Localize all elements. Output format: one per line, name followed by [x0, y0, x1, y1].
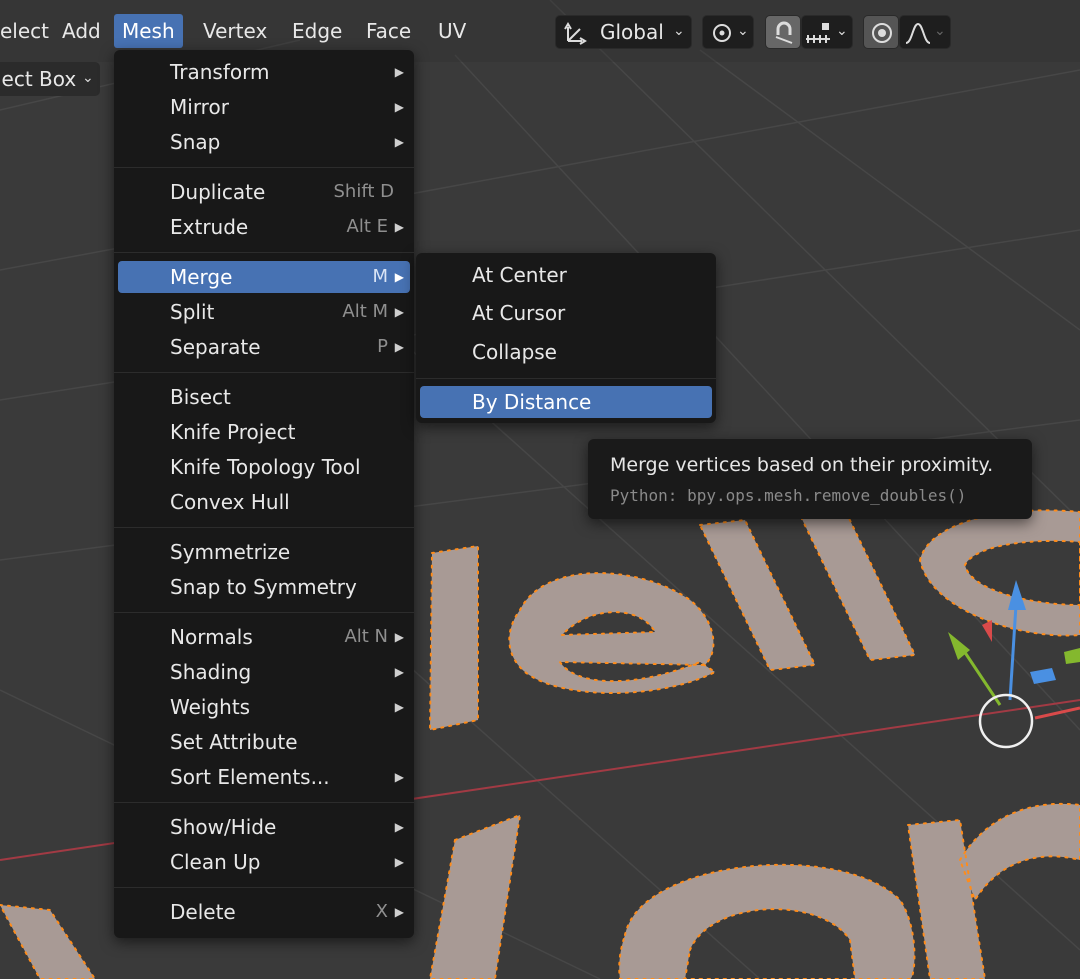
menu-item-shading[interactable]: Shading ▶ [118, 656, 410, 688]
menu-item-mirror[interactable]: Mirror ▶ [118, 91, 410, 123]
menu-separator [114, 527, 414, 528]
tooltip-python: Python: bpy.ops.mesh.remove_doubles() [610, 486, 967, 505]
menu-item-set-attribute[interactable]: Set Attribute [118, 726, 410, 758]
chevron-down-icon: ⌄ [82, 70, 94, 86]
menu-mesh[interactable]: Mesh [114, 14, 183, 48]
menu-separator [114, 167, 414, 168]
proportional-edit-icon [872, 23, 892, 43]
menu-separator [114, 612, 414, 613]
snap-increment-icon [806, 23, 830, 43]
pivot-point-icon [713, 24, 731, 42]
tooltip-description: Merge vertices based on their proximity. [610, 454, 994, 476]
mesh-menu: Transform ▶ Mirror ▶ Snap ▶ Duplicate Shift … [114, 50, 414, 938]
menu-item-merge[interactable]: Merge M ▶ [118, 261, 410, 293]
menu-item-convex-hull[interactable]: Convex Hull [118, 486, 410, 518]
menu-item-separate[interactable]: Separate P ▶ [118, 331, 410, 363]
menu-uv[interactable]: UV [430, 14, 474, 48]
chevron-down-icon: ⌄ [737, 23, 749, 39]
menu-item-knife-topology-tool[interactable]: Knife Topology Tool [118, 451, 410, 483]
orientation-label: Global [600, 20, 664, 44]
menu-separator [114, 887, 414, 888]
menu-item-transform[interactable]: Transform ▶ [118, 56, 410, 88]
menu-item-clean-up[interactable]: Clean Up ▶ [118, 846, 410, 878]
orientation-dropdown[interactable]: Global ⌄ [555, 15, 692, 49]
chevron-down-icon: ⌄ [836, 23, 848, 39]
menu-item-bisect[interactable]: Bisect [118, 381, 410, 413]
proportional-edit-toggle[interactable] [863, 15, 899, 49]
menu-item-extrude[interactable]: Extrude Alt E ▶ [118, 211, 410, 243]
menu-vertex[interactable]: Vertex [195, 14, 275, 48]
menu-item-show-hide[interactable]: Show/Hide ▶ [118, 811, 410, 843]
menu-separator [114, 802, 414, 803]
chevron-down-icon: ⌄ [673, 23, 685, 39]
menu-item-at-center[interactable]: At Center [420, 259, 712, 291]
menu-item-snap[interactable]: Snap ▶ [118, 126, 410, 158]
menu-item-symmetrize[interactable]: Symmetrize [118, 536, 410, 568]
snap-magnet-icon [775, 21, 793, 44]
tooltip: Merge vertices based on their proximity.… [588, 439, 1032, 519]
chevron-down-icon: ⌄ [934, 23, 946, 39]
menu-item-split[interactable]: Split Alt M ▶ [118, 296, 410, 328]
menu-item-weights[interactable]: Weights ▶ [118, 691, 410, 723]
menu-separator [114, 372, 414, 373]
menu-item-by-distance[interactable]: By Distance [420, 386, 712, 418]
menu-item-duplicate[interactable]: Duplicate Shift D [118, 176, 410, 208]
select-mode-dropdown[interactable]: lect Box ⌄ [0, 62, 100, 96]
menu-separator [416, 378, 716, 379]
menu-item-normals[interactable]: Normals Alt N ▶ [118, 621, 410, 653]
menu-item-collapse[interactable]: Collapse [420, 336, 712, 368]
menu-item-knife-project[interactable]: Knife Project [118, 416, 410, 448]
menu-face[interactable]: Face [358, 14, 419, 48]
menu-item-at-cursor[interactable]: At Cursor [420, 297, 712, 329]
merge-submenu: At Center At Cursor Collapse By Distance [416, 253, 716, 423]
snap-toggle[interactable] [765, 15, 801, 49]
falloff-dropdown[interactable]: ⌄ [899, 15, 951, 49]
mesh-letter-l-1 [428, 544, 479, 732]
menu-add[interactable]: Add [54, 14, 109, 48]
menu-item-snap-to-symmetry[interactable]: Snap to Symmetry [118, 571, 410, 603]
transform-orientation-icon [564, 22, 587, 45]
select-mode-label: lect Box [0, 67, 77, 91]
menu-select[interactable]: elect [0, 14, 57, 48]
snap-target-dropdown[interactable]: ⌄ [801, 15, 853, 49]
pivot-point-dropdown[interactable]: ⌄ [702, 15, 754, 49]
falloff-curve-icon [905, 22, 931, 44]
menu-item-sort-elements[interactable]: Sort Elements... ▶ [118, 761, 410, 793]
menu-separator [114, 252, 414, 253]
menu-edge[interactable]: Edge [284, 14, 350, 48]
menu-item-delete[interactable]: Delete X ▶ [118, 896, 410, 928]
